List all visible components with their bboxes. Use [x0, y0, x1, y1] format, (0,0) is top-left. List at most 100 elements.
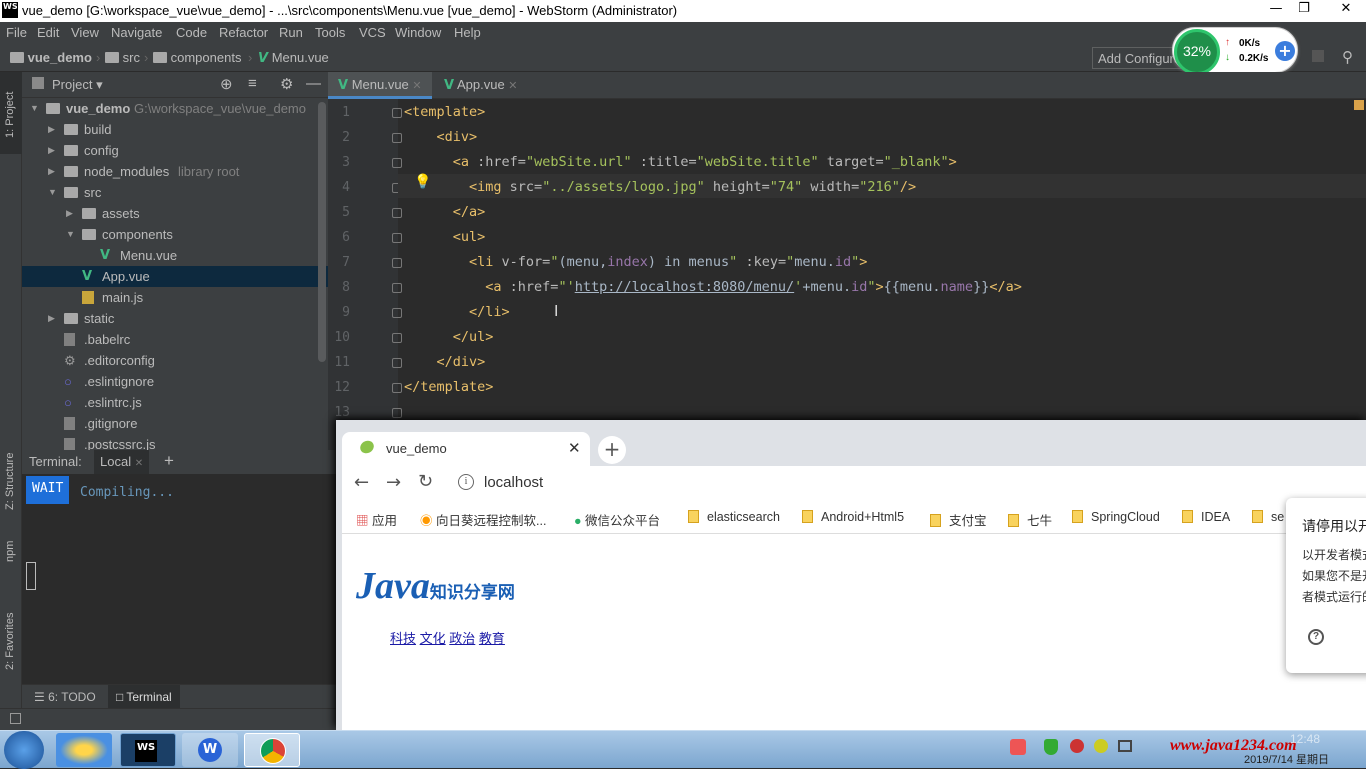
tree-item[interactable]: ▼ components — [22, 224, 328, 245]
taskbar-app-browser-icon[interactable] — [56, 733, 112, 767]
locate-icon[interactable]: ⊕ — [220, 75, 233, 93]
gear-icon[interactable]: ⚙ — [280, 75, 293, 93]
fold-marker-icon[interactable] — [392, 358, 402, 368]
breadcrumb-project[interactable]: vue_demo — [10, 50, 92, 65]
terminal-panel[interactable]: Terminal: Local ✕ + WAIT Compiling... — [22, 450, 336, 708]
bookmark-se[interactable]: se — [1252, 510, 1284, 524]
reload-icon[interactable]: ↻ — [418, 471, 433, 492]
tab-app-vue[interactable]: V App.vue ✕ — [434, 72, 534, 99]
collapse-arrow-icon[interactable]: ▶ — [48, 140, 55, 161]
menu-window[interactable]: Window — [395, 25, 441, 40]
tree-item[interactable]: ○ .eslintrc.js — [22, 392, 328, 413]
tree-item[interactable]: V Menu.vue — [22, 245, 328, 266]
tree-item[interactable]: .babelrc — [22, 329, 328, 350]
fold-marker-icon[interactable] — [392, 333, 402, 343]
tray-shield-icon[interactable] — [1044, 739, 1058, 755]
tree-item[interactable]: main.js — [22, 287, 328, 308]
minimize-button[interactable]: — — [1262, 0, 1290, 20]
tree-item[interactable]: V App.vue — [22, 266, 328, 287]
back-icon[interactable]: ← — [354, 472, 369, 493]
code-editor[interactable]: V Menu.vue ✕ V App.vue ✕ 1 2 3 4 5 6 7 8 9 10 11 12… — [328, 72, 1366, 450]
menu-file[interactable]: File — [6, 25, 27, 40]
menu-help[interactable]: Help — [454, 25, 481, 40]
scrollbar[interactable] — [318, 102, 326, 362]
menu-edit[interactable]: Edit — [37, 25, 59, 40]
collapse-arrow-icon[interactable]: ▶ — [48, 308, 55, 329]
project-view-selector[interactable]: Project ▾ — [52, 77, 103, 93]
menu-view[interactable]: View — [71, 25, 99, 40]
close-icon[interactable]: ✕ — [412, 80, 421, 92]
tree-item[interactable]: .gitignore — [22, 413, 328, 434]
menu-vcs[interactable]: VCS — [359, 25, 386, 40]
close-icon[interactable]: ✕ — [508, 80, 517, 92]
plus-icon[interactable]: + — [1275, 41, 1295, 61]
tray-display-icon[interactable] — [1118, 740, 1132, 752]
menu-link-culture[interactable]: 文化 — [420, 631, 446, 646]
network-meter-widget[interactable]: 32% ↑ 0K/s ↓ 0.2K/s + — [1172, 27, 1298, 75]
new-terminal-icon[interactable]: + — [164, 451, 174, 471]
inspection-marker[interactable] — [1354, 100, 1364, 110]
new-tab-button[interactable]: + — [598, 436, 626, 464]
tree-item[interactable]: ▶ config — [22, 140, 328, 161]
search-icon[interactable]: ⚲ — [1342, 48, 1353, 66]
menu-refactor[interactable]: Refactor — [219, 25, 268, 40]
fold-marker-icon[interactable] — [392, 233, 402, 243]
close-window-button[interactable]: ✕ — [1326, 0, 1366, 20]
expand-arrow-icon[interactable]: ▼ — [48, 182, 57, 203]
add-configuration-button[interactable]: Add Configuration... — [1092, 47, 1182, 69]
breadcrumb-src[interactable]: src — [105, 50, 140, 65]
menu-run[interactable]: Run — [279, 25, 303, 40]
tab-menu-vue[interactable]: V Menu.vue ✕ — [328, 72, 432, 99]
tree-item[interactable]: ▶ build — [22, 119, 328, 140]
collapse-arrow-icon[interactable]: ▶ — [66, 203, 73, 224]
fold-marker-icon[interactable] — [392, 133, 402, 143]
fold-marker-icon[interactable] — [392, 283, 402, 293]
breadcrumb-components[interactable]: components — [153, 50, 241, 65]
url-input[interactable]: i localhost — [448, 469, 1348, 499]
taskbar-wps-icon[interactable]: W — [182, 733, 238, 767]
fold-marker-icon[interactable] — [392, 308, 402, 318]
fold-marker-icon[interactable] — [392, 408, 402, 418]
expand-arrow-icon[interactable]: ▼ — [30, 98, 39, 119]
toggle-tool-windows-icon[interactable] — [10, 713, 21, 724]
lightbulb-icon[interactable]: 💡 — [414, 174, 431, 190]
tree-item[interactable]: ▶ static — [22, 308, 328, 329]
site-logo[interactable]: Java知识分享网 — [356, 564, 515, 608]
fold-marker-icon[interactable] — [392, 158, 402, 168]
close-icon[interactable]: ✕ — [135, 458, 143, 469]
breadcrumb-file[interactable]: V Menu.vue — [258, 50, 329, 66]
menu-link-education[interactable]: 教育 — [479, 631, 505, 646]
tree-item[interactable]: ▼ vue_demo G:\workspace_vue\vue_demo — [22, 98, 328, 119]
tray-security-icon[interactable] — [1070, 739, 1084, 753]
menu-code[interactable]: Code — [176, 25, 207, 40]
structure-tool-label[interactable]: Z: Structure — [4, 453, 16, 510]
tree-item[interactable]: ▶ node_modules library root — [22, 161, 328, 182]
fold-marker-icon[interactable] — [392, 258, 402, 268]
todo-tab[interactable]: ☰ 6: TODO — [34, 690, 96, 704]
bookmark-elasticsearch[interactable]: elasticsearch — [688, 510, 780, 524]
bookmark-alipay[interactable]: 支付宝 — [930, 510, 987, 529]
tray-sogou-icon[interactable] — [1010, 739, 1026, 755]
favorites-tool-label[interactable]: 2: Favorites — [4, 613, 16, 670]
close-tab-icon[interactable]: ✕ — [568, 439, 581, 457]
forward-icon[interactable]: → — [386, 472, 401, 493]
tree-item[interactable]: ⚙ .editorconfig — [22, 350, 328, 371]
fold-marker-icon[interactable] — [392, 208, 402, 218]
bookmark-sunlogin[interactable]: ◉ 向日葵远程控制软... — [420, 510, 546, 529]
bookmark-idea[interactable]: IDEA — [1182, 510, 1230, 524]
browser-tab[interactable]: vue_demo ✕ — [342, 432, 590, 466]
tray-network-icon[interactable] — [1094, 739, 1108, 753]
menu-navigate[interactable]: Navigate — [111, 25, 162, 40]
start-button[interactable] — [4, 731, 44, 769]
tree-item[interactable]: ○ .eslintignore — [22, 371, 328, 392]
bookmark-springcloud[interactable]: SpringCloud — [1072, 510, 1160, 524]
info-icon[interactable]: i — [458, 474, 474, 490]
collapse-arrow-icon[interactable]: ▶ — [48, 119, 55, 140]
fold-marker-icon[interactable] — [392, 108, 402, 118]
tree-item[interactable]: ▶ assets — [22, 203, 328, 224]
expand-arrow-icon[interactable]: ▼ — [66, 224, 75, 245]
menu-link-politics[interactable]: 政治 — [449, 631, 475, 646]
collapse-icon[interactable]: ≡ — [248, 75, 257, 92]
npm-tool-label[interactable]: npm — [4, 541, 16, 562]
project-tool-label[interactable]: 1: Project — [4, 92, 16, 138]
